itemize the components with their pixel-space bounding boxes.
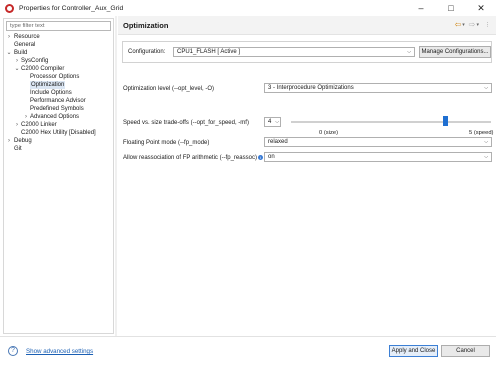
configuration-label: Configuration: xyxy=(128,49,166,55)
expand-chevron-icon[interactable]: › xyxy=(14,121,20,129)
tree-item[interactable]: General xyxy=(4,41,113,49)
tree-item[interactable]: Git xyxy=(4,145,113,153)
configuration-value: CPU1_FLASH [ Active ] xyxy=(177,49,241,55)
tree-item-label: Predefined Symbols xyxy=(30,106,84,112)
expand-chevron-icon[interactable]: › xyxy=(14,57,20,65)
tree-item-label: Include Options xyxy=(30,90,72,96)
tree-item-label: Performance Advisor xyxy=(30,98,86,104)
tree-item-label: Debug xyxy=(14,138,32,144)
property-tree: › Resource General ⌄ Build › SysConfig ⌄ C2000 C… xyxy=(4,33,113,153)
navigation-pane: ›ResourceGeneral⌄Build›SysConfig⌄C2000 C… xyxy=(3,18,114,334)
chevron-down-icon: ⌵ xyxy=(484,154,488,160)
cancel-button[interactable]: Cancel xyxy=(441,345,490,357)
manage-configurations-button[interactable]: Manage Configurations... xyxy=(419,46,491,58)
tree-item[interactable]: ⌄ C2000 Compiler xyxy=(4,65,113,73)
title-bar: Properties for Controller_Aux_Grid – □ ✕ xyxy=(0,0,496,16)
tree-item[interactable]: › Resource xyxy=(4,33,113,41)
chevron-down-icon: ⌵ xyxy=(484,139,488,145)
tree-item-label: Advanced Options xyxy=(30,114,80,120)
tree-item[interactable]: › SysConfig xyxy=(4,57,113,65)
chevron-down-icon: ⌵ xyxy=(275,119,279,125)
properties-page: Optimization ⇦ ▾ ⇨ ▾ ⋮ Configuration: CP… xyxy=(118,16,496,336)
footer-divider xyxy=(0,336,496,337)
tree-item[interactable]: Processor Options xyxy=(4,73,113,81)
fp-mode-label: Floating Point mode (--fp_mode) xyxy=(123,140,210,146)
page-title: Optimization xyxy=(123,21,169,30)
fp-reassoc-value: on xyxy=(268,154,275,160)
tree-item[interactable]: Optimization xyxy=(4,81,113,89)
tree-item[interactable]: Performance Advisor xyxy=(4,97,113,105)
tree-item[interactable]: Include Options xyxy=(4,89,113,97)
tree-item-label: Processor Options xyxy=(30,74,80,80)
tree-item[interactable]: › Debug xyxy=(4,137,113,145)
expand-chevron-icon[interactable]: › xyxy=(23,113,29,121)
maximize-icon[interactable]: □ xyxy=(436,0,466,16)
help-icon[interactable]: ? xyxy=(8,346,18,356)
tree-item-label: Git xyxy=(14,146,22,152)
view-menu-icon[interactable]: ⋮ xyxy=(485,22,490,28)
tree-item[interactable]: › C2000 Linker xyxy=(4,121,113,129)
configuration-select[interactable]: CPU1_FLASH [ Active ] ⌵ xyxy=(173,47,415,57)
forward-menu-chevron-icon[interactable]: ▾ xyxy=(476,22,479,28)
tree-item[interactable]: ⌄ Build xyxy=(4,49,113,57)
history-navigation: ⇦ ▾ ⇨ ▾ ⋮ xyxy=(455,20,490,30)
tree-item-label: C2000 Linker xyxy=(21,122,57,128)
pane-splitter[interactable] xyxy=(115,16,117,336)
expand-chevron-icon[interactable]: › xyxy=(6,137,12,145)
minimize-icon[interactable]: – xyxy=(406,0,436,16)
tree-item[interactable]: Predefined Symbols xyxy=(4,105,113,113)
opt-level-select[interactable]: 3 - Interprocedure Optimizations ⌵ xyxy=(264,83,492,93)
page-header: Optimization ⇦ ▾ ⇨ ▾ ⋮ xyxy=(118,16,496,35)
speed-size-slider-track[interactable] xyxy=(291,121,491,123)
collapse-chevron-icon[interactable]: ⌄ xyxy=(14,65,20,73)
collapse-chevron-icon[interactable]: ⌄ xyxy=(6,49,12,57)
fp-mode-select[interactable]: relaxed ⌵ xyxy=(264,137,492,147)
apply-and-close-button[interactable]: Apply and Close xyxy=(389,345,438,357)
tree-item-label: C2000 Hex Utility [Disabled] xyxy=(21,130,96,136)
chevron-down-icon: ⌵ xyxy=(484,85,488,91)
tree-item-label: Resource xyxy=(14,34,40,40)
window-controls: – □ ✕ xyxy=(406,0,496,16)
speed-size-slider-thumb[interactable] xyxy=(442,116,448,126)
slider-max-label: 5 (speed) xyxy=(469,130,494,136)
forward-arrow-icon[interactable]: ⇨ xyxy=(469,20,476,30)
show-advanced-settings-link[interactable]: Show advanced settings xyxy=(26,348,93,355)
back-arrow-icon[interactable]: ⇦ xyxy=(455,20,462,30)
tree-item-label: Optimization xyxy=(30,81,66,89)
info-icon[interactable]: i xyxy=(258,155,263,160)
tree-item-label: SysConfig xyxy=(21,58,49,64)
window-title: Properties for Controller_Aux_Grid xyxy=(19,4,124,12)
tree-item-label: General xyxy=(14,42,36,48)
opt-for-speed-select[interactable]: 4 ⌵ xyxy=(264,117,281,127)
opt-for-speed-label: Speed vs. size trade-offs (--opt_for_spe… xyxy=(123,120,249,126)
expand-chevron-icon[interactable]: › xyxy=(6,33,12,41)
configuration-group: Configuration: CPU1_FLASH [ Active ] ⌵ M… xyxy=(122,41,492,63)
back-menu-chevron-icon[interactable]: ▾ xyxy=(462,22,465,28)
tree-item[interactable]: C2000 Hex Utility [Disabled] xyxy=(4,129,113,137)
fp-reassoc-label: Allow reassociation of FP arithmetic (--… xyxy=(123,155,257,161)
tree-item[interactable]: › Advanced Options xyxy=(4,113,113,121)
tree-item-label: Build xyxy=(14,50,28,56)
opt-for-speed-value: 4 xyxy=(268,119,272,125)
filter-input[interactable] xyxy=(6,21,111,31)
tree-item-label: C2000 Compiler xyxy=(21,66,65,72)
slider-min-label: 0 (size) xyxy=(319,130,339,136)
chevron-down-icon: ⌵ xyxy=(407,49,411,55)
fp-mode-value: relaxed xyxy=(268,139,288,145)
fp-reassoc-select[interactable]: on ⌵ xyxy=(264,152,492,162)
ccs-app-icon xyxy=(5,3,14,13)
close-icon[interactable]: ✕ xyxy=(466,0,496,16)
opt-level-label: Optimization level (--opt_level, -O) xyxy=(123,86,215,92)
opt-level-value: 3 - Interprocedure Optimizations xyxy=(268,85,354,91)
